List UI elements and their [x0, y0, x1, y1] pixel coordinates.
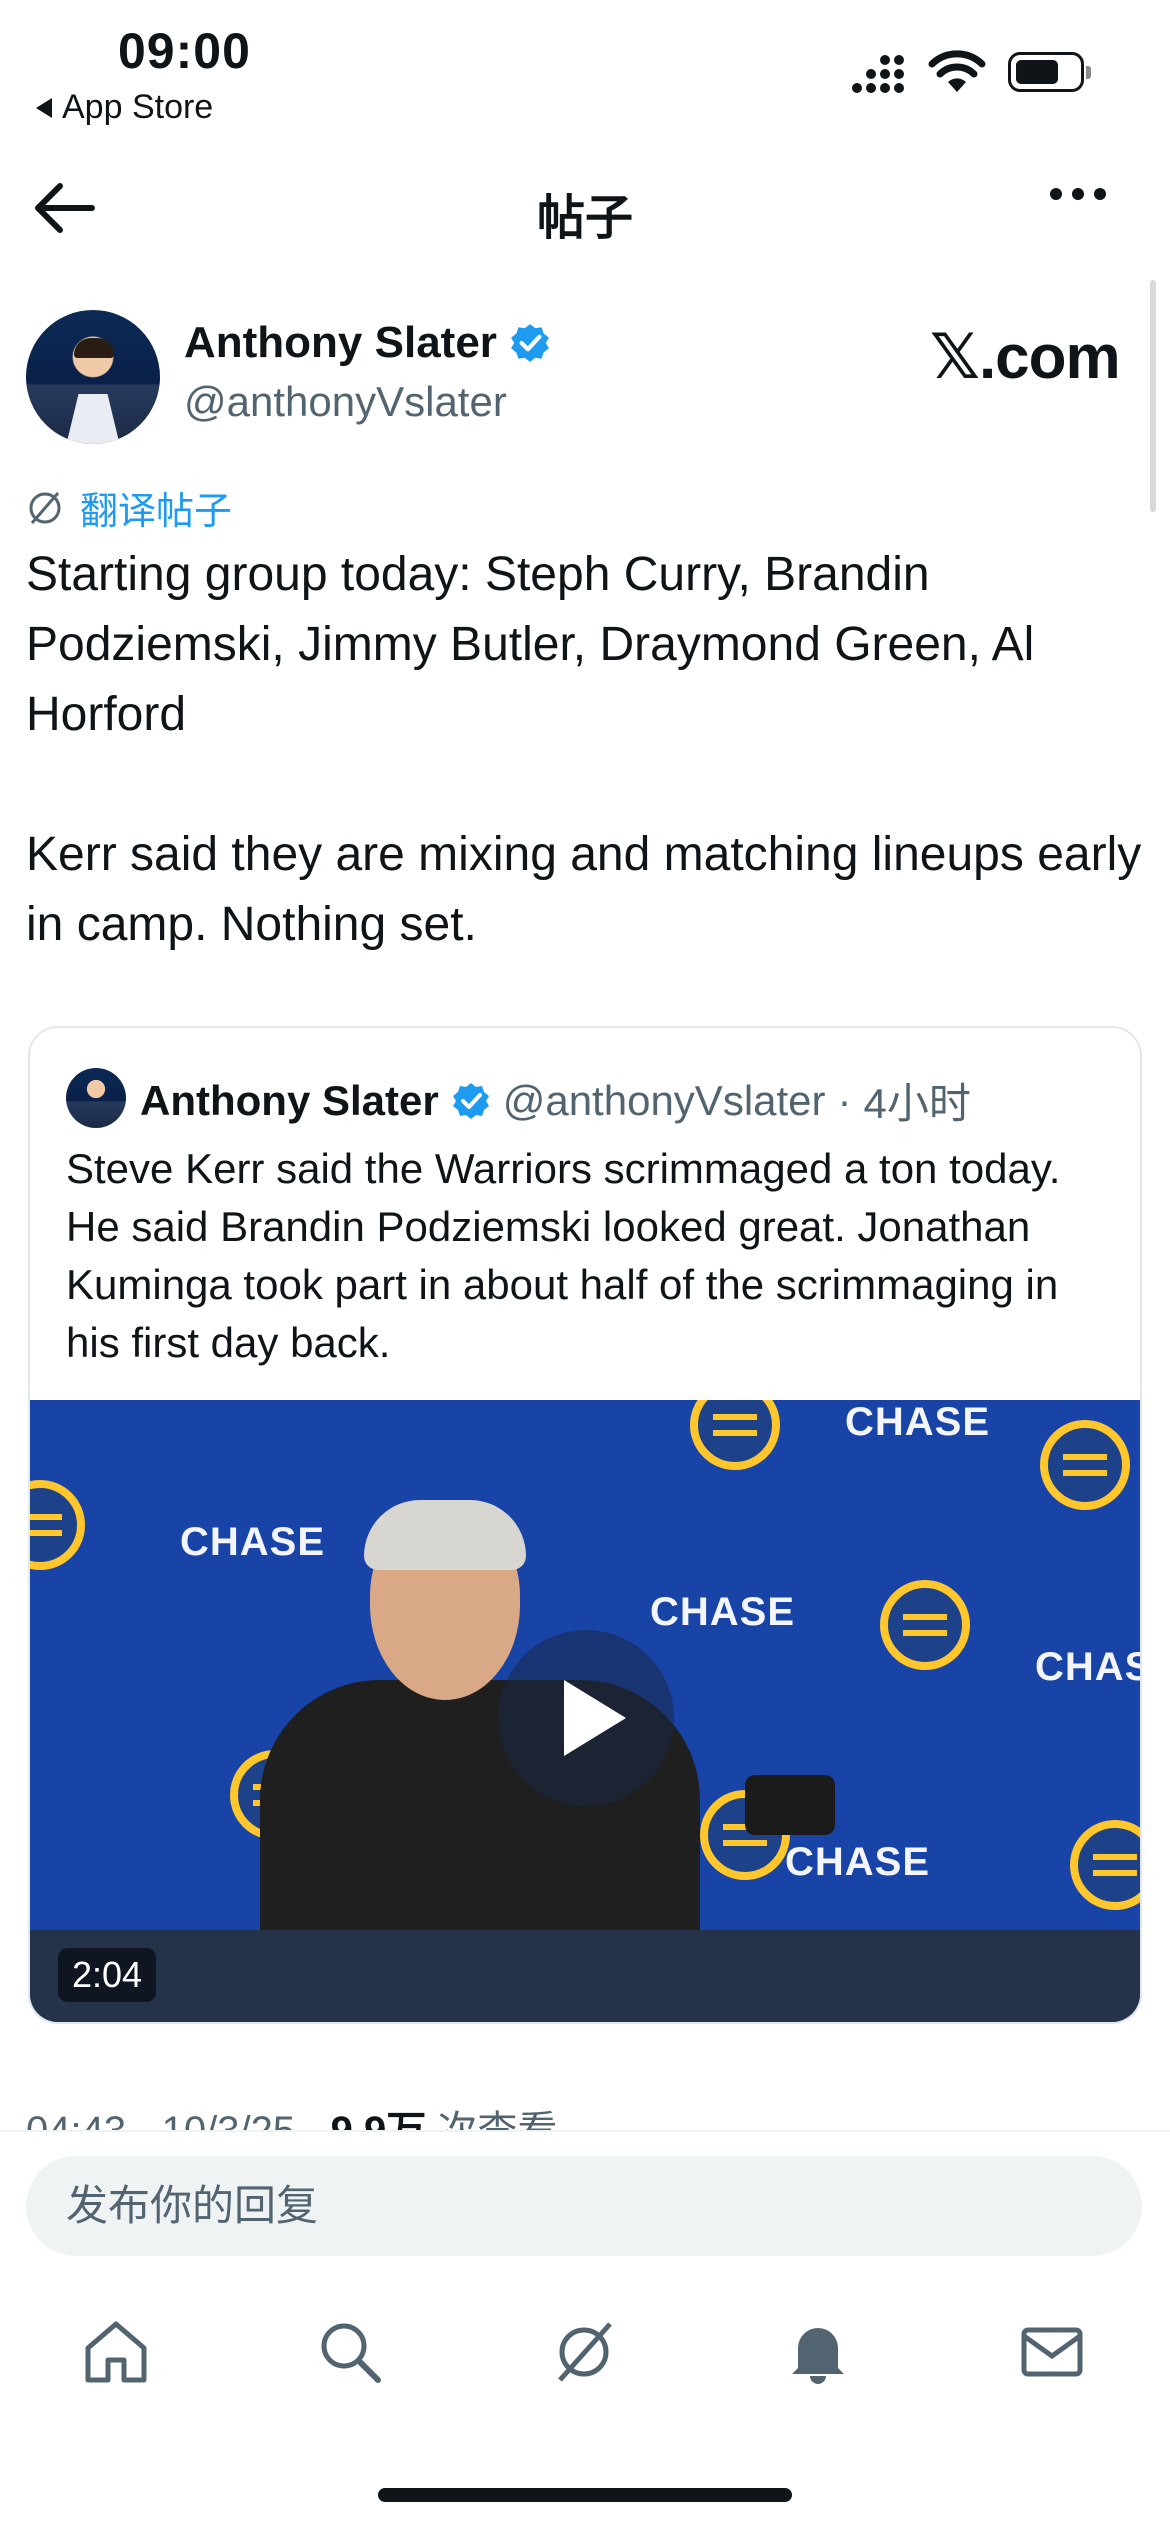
page-title: 帖子	[536, 192, 633, 245]
more-options-button[interactable]	[1050, 188, 1106, 200]
back-triangle-icon	[36, 97, 52, 118]
sponsor-text: CHASE	[1035, 1645, 1140, 1689]
separator-dot: ·	[837, 1076, 852, 1124]
translate-post-label[interactable]: 翻译帖子	[80, 480, 232, 535]
quoted-post-text: Steve Kerr said the Warriors scrimmaged …	[66, 1145, 1061, 1366]
sponsor-text: CHASE	[650, 1590, 796, 1634]
quoted-post-time: 4小时	[863, 1080, 971, 1127]
author-name[interactable]: Anthony Slater	[184, 318, 497, 368]
post-text: Starting group today: Steph Curry, Brand…	[26, 548, 1142, 951]
translate-post-link[interactable]: 翻译帖子	[26, 480, 232, 535]
reply-input[interactable]: 发布你的回复	[26, 2156, 1142, 2256]
messages-envelope-icon[interactable]	[1018, 2318, 1086, 2386]
sponsor-text: CHASE	[785, 1840, 931, 1884]
warriors-logo-icon	[1070, 1820, 1140, 1910]
video-duration: 2:04	[58, 1948, 157, 2002]
scrollbar[interactable]	[1150, 280, 1156, 512]
microphone-icon	[745, 1775, 835, 1835]
cellular-signal-icon	[852, 55, 904, 93]
search-icon[interactable]	[316, 2318, 384, 2386]
wifi-icon	[928, 50, 986, 92]
more-dot-icon	[1050, 188, 1062, 200]
quoted-author-avatar[interactable]	[66, 1068, 126, 1128]
author-handle[interactable]: @anthonyVslater	[184, 378, 507, 426]
quoted-author-name: Anthony Slater	[140, 1076, 439, 1124]
home-icon[interactable]	[82, 2318, 150, 2386]
status-time: 09:00	[118, 23, 251, 79]
sponsor-text: CHASE	[180, 1520, 326, 1564]
quoted-post-card[interactable]: Anthony Slater @anthonyVslater · 4小时 Ste…	[28, 1026, 1142, 2024]
home-indicator[interactable]	[378, 2488, 792, 2502]
video-player[interactable]: CHASE CHASE CHASE CHASE CHASE 2:04	[30, 1400, 1140, 2022]
verified-badge-icon	[452, 1082, 489, 1119]
podium-desk	[30, 1930, 1140, 2022]
warriors-logo-icon	[690, 1400, 780, 1470]
back-arrow-icon[interactable]	[30, 178, 100, 238]
warriors-logo-icon	[880, 1580, 970, 1670]
back-app-label: App Store	[62, 88, 214, 126]
author-name-row[interactable]: Anthony Slater	[184, 318, 551, 368]
grok-icon[interactable]	[550, 2318, 618, 2386]
author-avatar[interactable]	[26, 310, 160, 444]
grok-icon	[29, 491, 61, 524]
x-com-logo: 𝕏.com	[930, 323, 1121, 392]
warriors-logo-icon	[1040, 1420, 1130, 1510]
back-to-app-store[interactable]: App Store	[36, 88, 213, 127]
quoted-author-handle: @anthonyVslater	[502, 1076, 826, 1124]
verified-badge-icon	[511, 324, 549, 362]
sponsor-text: CHASE	[845, 1400, 991, 1444]
notifications-bell-icon[interactable]	[784, 2318, 852, 2386]
quoted-author-line: Anthony Slater @anthonyVslater · 4小时	[140, 1070, 971, 1131]
speaker-hair	[364, 1500, 526, 1570]
play-icon	[564, 1680, 626, 1756]
battery-icon	[1008, 52, 1091, 92]
warriors-logo-icon	[30, 1480, 85, 1570]
play-button[interactable]	[498, 1630, 674, 1806]
